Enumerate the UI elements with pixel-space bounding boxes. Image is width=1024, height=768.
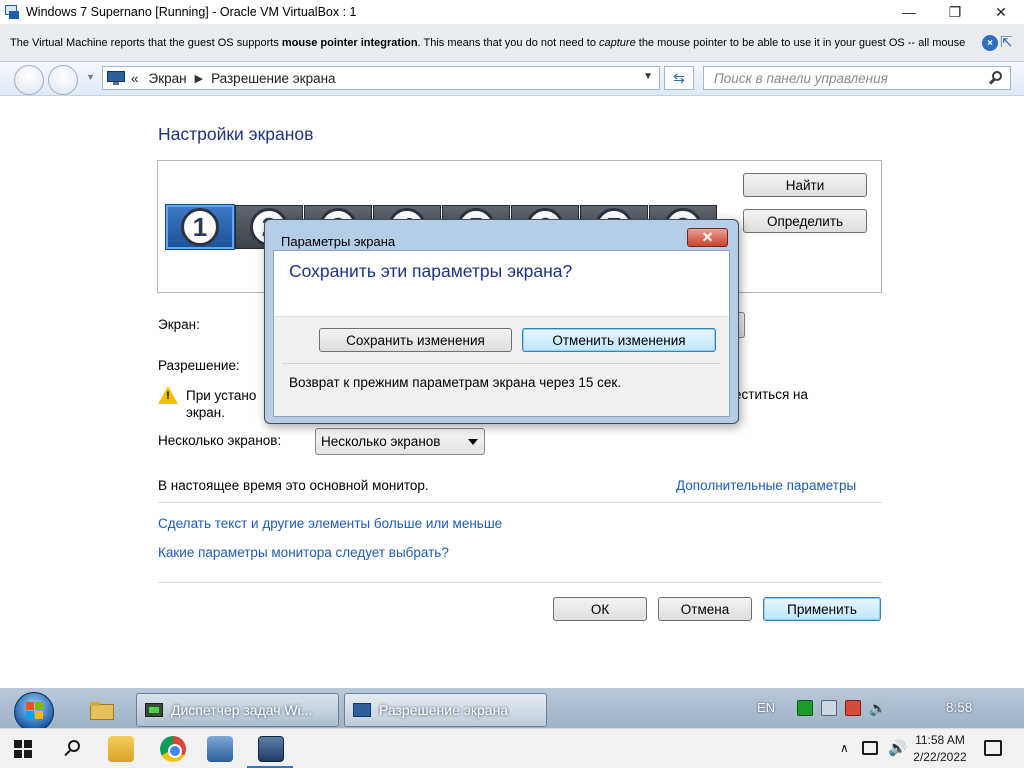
- host-titlebar: Windows 7 Supernano [Running] - Oracle V…: [0, 0, 1024, 24]
- ok-button[interactable]: ОК: [553, 597, 647, 621]
- cancel-button[interactable]: Отмена: [658, 597, 752, 621]
- search-box[interactable]: [703, 66, 1011, 90]
- address-bar[interactable]: « Экран ▶ Разрешение экрана ▼: [102, 66, 660, 90]
- system-tray: 🔊: [797, 700, 886, 717]
- host-date: 2/22/2022: [913, 750, 967, 764]
- restore-button[interactable]: ❐: [932, 0, 978, 24]
- action-center-icon[interactable]: [845, 700, 861, 716]
- back-button[interactable]: [14, 65, 44, 95]
- warning-text-continuation: еститься на: [734, 387, 808, 402]
- divider: [158, 502, 882, 503]
- primary-monitor-text: В настоящее время это основной монитор.: [158, 478, 429, 493]
- volume-icon[interactable]: 🔊: [869, 700, 886, 717]
- apply-button[interactable]: Применить: [763, 597, 881, 621]
- text-size-link[interactable]: Сделать текст и другие элементы больше и…: [158, 516, 502, 531]
- file-explorer-icon[interactable]: [108, 736, 134, 762]
- virtualbox-icon: [4, 4, 20, 20]
- taskbar-item-screen-resolution[interactable]: Разрешение экрана: [344, 693, 547, 727]
- taskbar-item-label: Диспетчер задач Wi...: [171, 702, 313, 718]
- volume-icon[interactable]: 🔊: [888, 739, 907, 757]
- close-button[interactable]: ✕: [978, 0, 1024, 24]
- display-icon: [107, 71, 125, 85]
- advanced-settings-link[interactable]: Дополнительные параметры: [676, 478, 856, 493]
- address-dropdown-icon[interactable]: ▼: [643, 71, 653, 82]
- dialog-question: Сохранить эти параметры экрана?: [289, 261, 573, 281]
- display-settings-dialog: Параметры экрана ✕ Сохранить эти парамет…: [264, 219, 739, 424]
- windows-start-icon[interactable]: [14, 740, 32, 758]
- breadcrumb-resolution[interactable]: Разрешение экрана: [211, 71, 336, 86]
- explorer-icon[interactable]: [90, 702, 114, 722]
- divider: [158, 582, 882, 583]
- revert-countdown-text: Возврат к прежним параметрам экрана чере…: [289, 375, 622, 390]
- history-dropdown-icon[interactable]: ▼: [86, 72, 95, 82]
- dialog-close-button[interactable]: ✕: [687, 228, 728, 247]
- taskbar-item-label: Разрешение экрана: [379, 702, 509, 718]
- show-hidden-icons-icon[interactable]: ∧: [840, 741, 849, 755]
- guest-clock[interactable]: 8:58: [946, 700, 972, 715]
- host-taskbar: ∧ 🔊 11:58 AM 2/22/2022: [0, 728, 1024, 768]
- multiple-displays-select[interactable]: Несколько экранов: [315, 428, 485, 455]
- host-time: 11:58 AM: [915, 733, 965, 747]
- host-window-title: Windows 7 Supernano [Running] - Oracle V…: [26, 5, 357, 19]
- mouse-integration-notification: The Virtual Machine reports that the gue…: [0, 24, 1024, 62]
- breadcrumb-overflow[interactable]: «: [131, 71, 139, 86]
- breadcrumb-arrow-icon[interactable]: ▶: [195, 72, 203, 85]
- display-icon: [353, 703, 371, 717]
- taskbar-item-task-manager[interactable]: Диспетчер задач Wi...: [136, 693, 339, 727]
- chrome-icon[interactable]: [160, 736, 186, 762]
- task-manager-icon: [145, 703, 163, 717]
- page-title: Настройки экранов: [158, 124, 314, 144]
- dialog-body: Сохранить эти параметры экрана? Сохранит…: [273, 250, 730, 417]
- search-icon[interactable]: [63, 739, 83, 759]
- breadcrumb-screen[interactable]: Экран: [149, 71, 187, 86]
- explorer-navbar: ▼ « Экран ▶ Разрешение экрана ▼ ⇆: [0, 62, 1024, 96]
- warning-text: При устано экран.: [186, 388, 257, 420]
- virtualbox-manager-icon[interactable]: [207, 736, 233, 762]
- network-icon[interactable]: [862, 741, 878, 755]
- search-icon[interactable]: [988, 70, 1004, 86]
- monitor-settings-help-link[interactable]: Какие параметры монитора следует выбрать…: [158, 545, 449, 560]
- tray-app-icon[interactable]: [797, 700, 813, 716]
- revert-changes-button[interactable]: Отменить изменения: [522, 328, 716, 352]
- windows-logo-icon: [26, 702, 44, 720]
- find-button[interactable]: Найти: [743, 173, 867, 197]
- notifications-icon[interactable]: [984, 740, 1002, 756]
- multiple-displays-value: Несколько экранов: [321, 434, 441, 449]
- minimize-button[interactable]: —: [886, 0, 932, 24]
- multiple-displays-label: Несколько экранов:: [158, 433, 282, 448]
- language-indicator[interactable]: EN: [757, 700, 775, 715]
- refresh-button[interactable]: ⇆: [664, 66, 694, 90]
- screen-label: Экран:: [158, 317, 200, 332]
- warning-icon-mark: !: [166, 390, 170, 402]
- host-clock[interactable]: 11:58 AM 2/22/2022: [912, 732, 968, 766]
- running-vm-icon[interactable]: [258, 736, 284, 762]
- tray-network-icon[interactable]: [821, 700, 837, 716]
- monitor-tile[interactable]: 1: [166, 205, 234, 249]
- resolution-label: Разрешение:: [158, 358, 240, 373]
- dialog-title: Параметры экрана: [281, 234, 396, 249]
- notification-text: The Virtual Machine reports that the gue…: [10, 36, 966, 49]
- divider: [282, 363, 721, 364]
- monitor-number: 1: [181, 208, 219, 246]
- search-input[interactable]: [704, 67, 974, 89]
- identify-button[interactable]: Определить: [743, 209, 867, 233]
- start-button[interactable]: [10, 692, 58, 732]
- chevron-down-icon: [468, 439, 478, 445]
- forward-button[interactable]: [48, 65, 78, 95]
- mouse-integration-icon[interactable]: ⇱: [1000, 33, 1018, 53]
- keep-changes-button[interactable]: Сохранить изменения: [319, 328, 512, 352]
- guest-screen: ▼ « Экран ▶ Разрешение экрана ▼ ⇆ Настро…: [0, 62, 1024, 750]
- notification-close-icon[interactable]: ×: [982, 35, 998, 51]
- dialog-button-bar: Сохранить изменения Отменить изменения В…: [274, 316, 729, 416]
